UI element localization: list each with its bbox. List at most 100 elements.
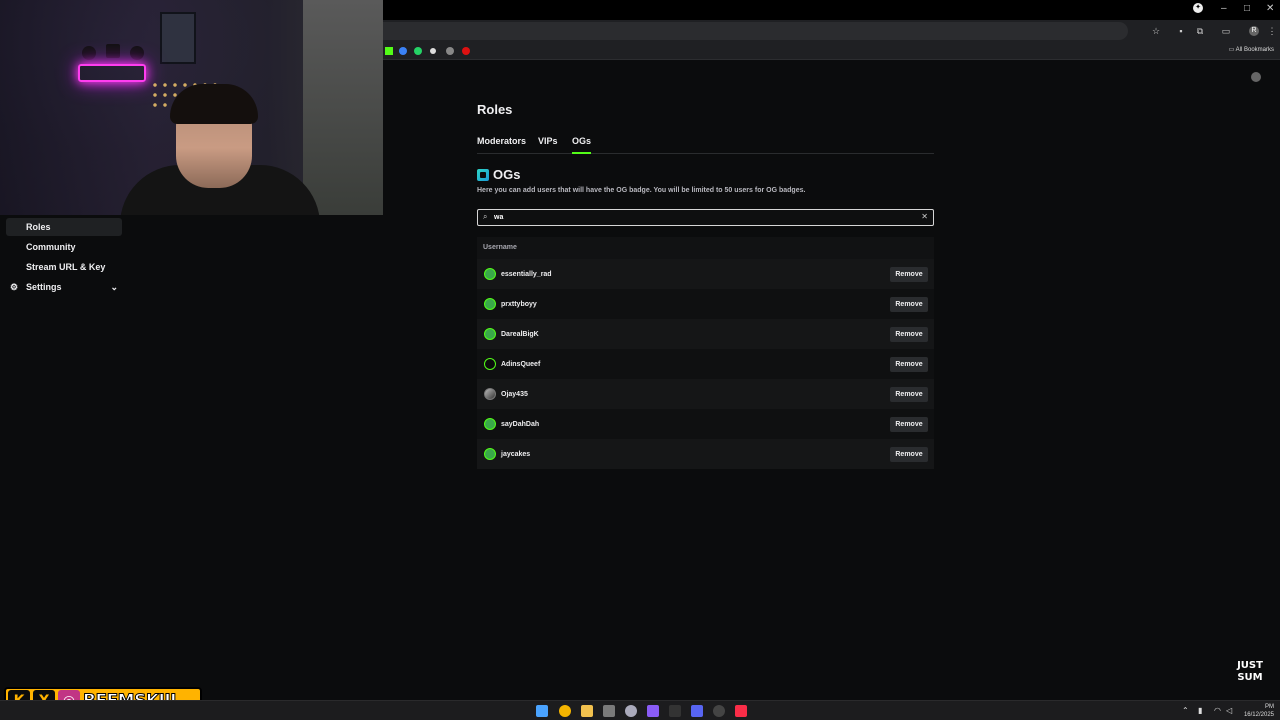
app-icon[interactable]	[669, 705, 681, 717]
bookmark-icon[interactable]	[462, 47, 470, 55]
bookmark-icon[interactable]	[385, 47, 393, 55]
remove-button[interactable]: Remove	[890, 447, 928, 462]
tab-ogs[interactable]: OGs	[572, 136, 592, 154]
chrome-icon[interactable]	[559, 705, 571, 717]
file-explorer-icon[interactable]	[581, 705, 593, 717]
app-icon[interactable]	[603, 705, 615, 717]
column-header-username: Username	[477, 237, 934, 259]
browser-toolbar: ☆ ▪ ⧉ ▭ R ⋮	[383, 20, 1280, 42]
bookmark-icon[interactable]	[446, 47, 454, 55]
sidebar-item-label: Stream URL & Key	[26, 262, 106, 272]
windows-taskbar: ⌃ ▮ ◠ ◁ PM 16/12/2025	[0, 700, 1280, 720]
user-avatar	[484, 298, 496, 310]
section-description: Here you can add users that will have th…	[477, 187, 806, 194]
remove-button[interactable]: Remove	[890, 417, 928, 432]
sidebar-item-settings[interactable]: ⚙ Settings ⌄	[6, 278, 122, 296]
search-field[interactable]: ⌕ ✕	[477, 209, 934, 226]
user-avatar	[484, 328, 496, 340]
search-input[interactable]	[494, 211, 914, 224]
wifi-icon[interactable]: ◠	[1214, 706, 1221, 715]
user-avatar	[484, 358, 496, 370]
maximize-icon[interactable]: □	[1244, 3, 1250, 14]
table-row: jaycakes Remove	[477, 439, 934, 469]
tab-moderators[interactable]: Moderators	[477, 136, 526, 154]
cast-icon[interactable]: ▭	[1221, 26, 1231, 36]
acoustic-panel	[106, 44, 120, 58]
gemini-icon[interactable]: ✦	[1193, 3, 1203, 13]
section-header: OGs	[477, 167, 520, 182]
tab-vips[interactable]: VIPs	[538, 136, 558, 154]
username[interactable]: AdinsQueef	[501, 361, 540, 368]
username[interactable]: DarealBigK	[501, 331, 539, 338]
username[interactable]: Ojay435	[501, 391, 528, 398]
star-icon[interactable]: ☆	[1151, 26, 1161, 36]
remove-button[interactable]: Remove	[890, 387, 928, 402]
roles-tabs: Moderators VIPs OGs	[477, 136, 934, 154]
table-row: DarealBigK Remove	[477, 319, 934, 349]
remove-button[interactable]: Remove	[890, 297, 928, 312]
gear-icon: ⚙	[10, 282, 19, 292]
browser-titlebar: ✦ – □ ✕	[383, 0, 1280, 20]
app-icon[interactable]	[713, 705, 725, 717]
close-icon[interactable]: ✕	[1266, 3, 1274, 14]
whatsapp-icon[interactable]	[414, 47, 422, 55]
folder-icon: ▭	[1228, 47, 1236, 53]
table-row: sayDahDah Remove	[477, 409, 934, 439]
sidebar-item-community[interactable]: Community	[6, 238, 122, 256]
table-row: Ojay435 Remove	[477, 379, 934, 409]
user-avatar	[484, 448, 496, 460]
sidebar-item-roles[interactable]: Roles	[6, 218, 122, 236]
bookmark-icon[interactable]	[399, 47, 407, 55]
bookmarks-bar: ▭ All Bookmarks	[383, 42, 1280, 60]
volume-icon[interactable]: ◁	[1226, 706, 1232, 715]
section-title: OGs	[493, 167, 521, 182]
table-row: prxttyboyy Remove	[477, 289, 934, 319]
remove-button[interactable]: Remove	[890, 267, 928, 282]
page-title: Roles	[477, 102, 513, 117]
chevron-up-icon[interactable]: ⌃	[1182, 706, 1189, 715]
table-row: AdinsQueef Remove	[477, 349, 934, 379]
remove-button[interactable]: Remove	[890, 327, 928, 342]
streamer-hair	[170, 84, 258, 124]
neon-light	[78, 64, 146, 82]
music-icon[interactable]	[735, 705, 747, 717]
acoustic-panel	[82, 46, 96, 60]
clock-date: 16/12/2025	[1243, 712, 1274, 718]
puzzle-icon[interactable]: ⧉	[1195, 26, 1205, 36]
chat-icon[interactable]	[1251, 72, 1261, 82]
username[interactable]: essentially_rad	[501, 271, 552, 278]
app-icon[interactable]	[625, 705, 637, 717]
clock-time: PM	[1265, 704, 1274, 710]
discord-icon[interactable]	[691, 705, 703, 717]
sticker-overlay: JUST SUM	[1237, 660, 1263, 683]
acoustic-panel	[130, 46, 144, 60]
extension-icon[interactable]: ▪	[1176, 26, 1186, 36]
remove-button[interactable]: Remove	[890, 357, 928, 372]
door	[303, 0, 383, 215]
system-clock[interactable]: PM 16/12/2025	[1244, 703, 1274, 719]
webcam-overlay	[0, 0, 383, 215]
bookmark-icon[interactable]	[430, 48, 436, 54]
username[interactable]: sayDahDah	[501, 421, 539, 428]
chevron-down-icon: ⌄	[110, 282, 118, 292]
menu-icon[interactable]: ⋮	[1267, 26, 1277, 36]
app-icon[interactable]	[647, 705, 659, 717]
sidebar-item-label: Roles	[26, 222, 51, 232]
minimize-icon[interactable]: –	[1221, 3, 1227, 14]
mic-icon[interactable]: ▮	[1198, 706, 1202, 715]
address-bar[interactable]	[383, 22, 1128, 40]
clear-icon[interactable]: ✕	[921, 212, 928, 221]
all-bookmarks-button[interactable]: ▭ All Bookmarks	[1229, 46, 1274, 53]
username[interactable]: prxttyboyy	[501, 301, 537, 308]
sidebar-item-label: Settings	[26, 282, 62, 292]
sidebar-item-label: Community	[26, 242, 76, 252]
table-row: essentially_rad Remove	[477, 259, 934, 289]
sidebar-item-stream-url-key[interactable]: Stream URL & Key	[6, 258, 122, 276]
og-badge-icon	[477, 168, 489, 181]
user-avatar	[484, 418, 496, 430]
profile-avatar-icon[interactable]: R	[1249, 26, 1259, 36]
start-icon[interactable]	[536, 705, 548, 717]
username[interactable]: jaycakes	[501, 451, 530, 458]
user-avatar	[484, 268, 496, 280]
wall-poster	[160, 12, 196, 64]
